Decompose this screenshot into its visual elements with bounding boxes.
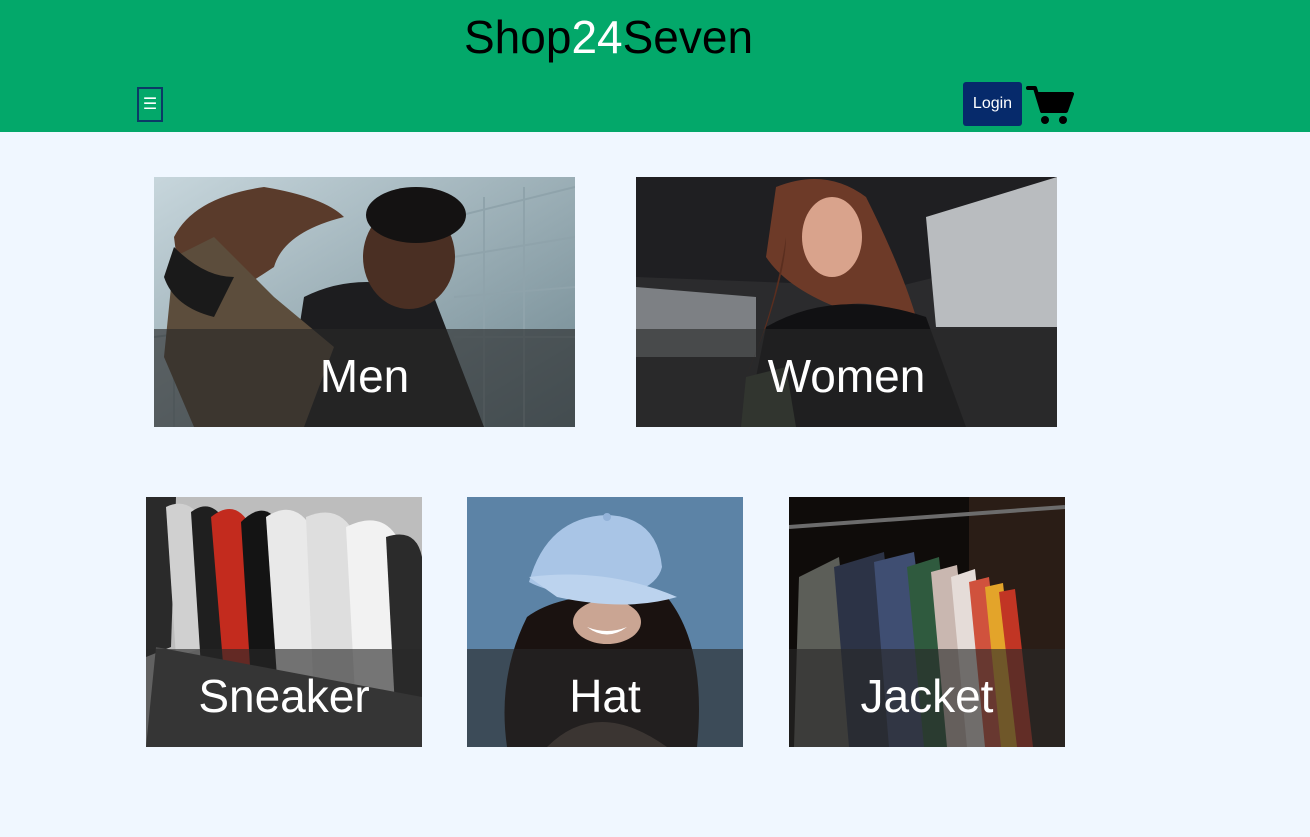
category-card-hat[interactable]: Hat	[467, 497, 743, 747]
category-label-women: Women	[636, 329, 1057, 427]
category-label-hat: Hat	[467, 649, 743, 747]
site-header: Shop24Seven ☰ Login	[0, 0, 1310, 132]
category-card-sneaker[interactable]: Sneaker	[146, 497, 422, 747]
category-label-jacket: Jacket	[789, 649, 1065, 747]
cart-icon[interactable]	[1026, 84, 1074, 126]
hamburger-icon: ☰	[142, 94, 158, 113]
category-card-women[interactable]: Women	[636, 177, 1057, 427]
hamburger-menu-button[interactable]: ☰	[137, 87, 163, 122]
site-logo[interactable]: Shop24Seven	[464, 10, 753, 64]
logo-accent: 24	[571, 11, 623, 63]
category-card-jacket[interactable]: Jacket	[789, 497, 1065, 747]
category-label-sneaker: Sneaker	[146, 649, 422, 747]
category-label-men: Men	[154, 329, 575, 427]
login-button[interactable]: Login	[963, 82, 1022, 126]
category-card-men[interactable]: Men	[154, 177, 575, 427]
logo-suffix: Seven	[622, 11, 754, 63]
logo-prefix: Shop	[464, 11, 572, 63]
